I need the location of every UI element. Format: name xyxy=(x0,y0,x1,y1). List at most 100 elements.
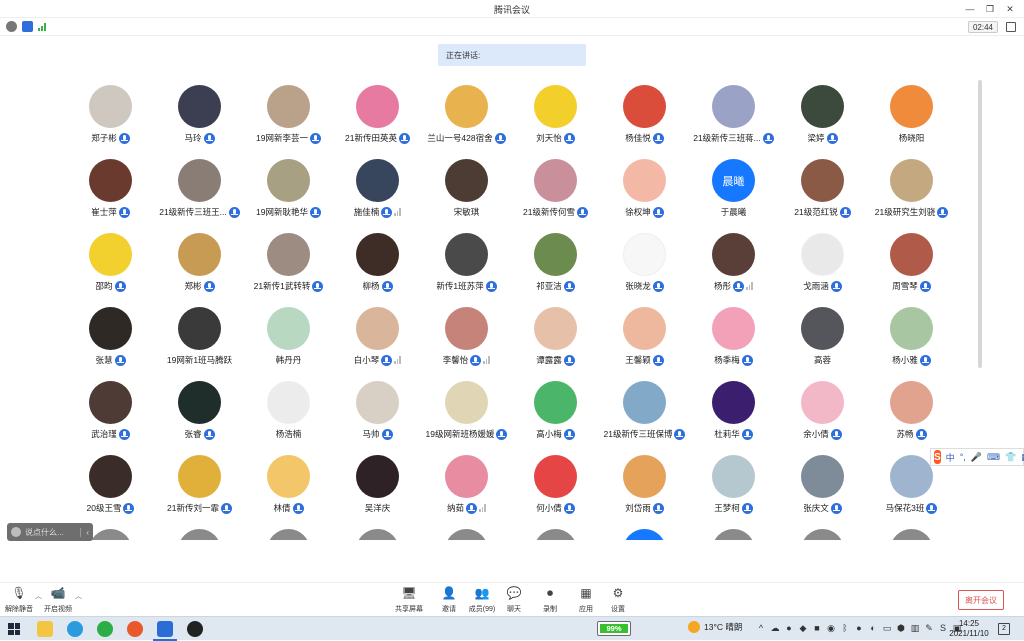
weather-widget[interactable]: 13°C 晴朗 xyxy=(688,621,742,633)
participant-tile[interactable]: 刘天怡 xyxy=(511,80,600,154)
tray-app-icon[interactable]: ◉ xyxy=(826,622,836,634)
participant-tile[interactable]: 杨小雅 xyxy=(867,302,956,376)
participant-tile[interactable]: 杨浩楠 xyxy=(244,376,333,450)
participant-tile[interactable]: 王馨颖 xyxy=(600,302,689,376)
leave-meeting-button[interactable]: 离开会议 xyxy=(958,590,1004,610)
tray-chevron-icon[interactable]: ^ xyxy=(756,622,766,634)
participant-tile[interactable]: 何小倩 xyxy=(511,450,600,524)
participant-tile[interactable]: 武治瑾 xyxy=(66,376,155,450)
invite-button[interactable]: 👤 邀请 xyxy=(431,587,467,614)
voice-input-icon[interactable]: 🎤 xyxy=(971,452,982,463)
participant-tile[interactable]: 白小琴 xyxy=(333,302,422,376)
participant-tile[interactable]: 施佳楠 xyxy=(333,154,422,228)
emoji-icon[interactable] xyxy=(11,527,21,537)
apps-button[interactable]: ▦ 应用 xyxy=(568,587,604,614)
windows-start-icon[interactable] xyxy=(8,623,20,635)
pen-icon[interactable]: ✎ xyxy=(924,622,934,634)
participant-tile[interactable]: 戈雨涵 xyxy=(778,228,867,302)
participant-tile[interactable]: 李馨怡 xyxy=(422,302,511,376)
participant-tile[interactable]: 林倩 xyxy=(244,450,333,524)
participant-tile[interactable]: 崔士萍 xyxy=(66,154,155,228)
punctuation-icon[interactable]: °, xyxy=(960,452,966,462)
file-explorer-icon[interactable] xyxy=(37,621,53,637)
settings-button[interactable]: ⚙ 设置 xyxy=(600,587,636,614)
participant-tile[interactable]: 21级范红锐 xyxy=(778,154,867,228)
participant-tile[interactable]: 高蓉 xyxy=(778,302,867,376)
participant-tile[interactable]: 韩丹丹 xyxy=(244,302,333,376)
participant-tile[interactable]: 高小梅 xyxy=(511,376,600,450)
participant-tile[interactable]: 郑彬 xyxy=(155,228,244,302)
notification-center-icon[interactable]: 2 xyxy=(998,623,1010,635)
ime-toolbar[interactable]: S 中 °, 🎤 ⌨ 👕 ▦ xyxy=(930,448,1024,466)
participant-tile[interactable]: 马帅 xyxy=(333,376,422,450)
record-button[interactable]: ⏺ 录制 xyxy=(532,587,568,614)
participant-tile[interactable]: 张睿 xyxy=(155,376,244,450)
participant-tile[interactable]: 19级网新班杨媛媛 xyxy=(422,376,511,450)
participant-tile[interactable]: 21级研究生刘骁 xyxy=(867,154,956,228)
participant-tile[interactable]: 邵昀 xyxy=(66,228,155,302)
participant-tile[interactable]: 杜莉华 xyxy=(689,376,778,450)
participant-tile[interactable]: 21级新传三班蒋... xyxy=(689,80,778,154)
participant-tile[interactable]: 20级王雪 xyxy=(66,450,155,524)
video-options-chevron-icon[interactable]: ︿ xyxy=(75,591,82,601)
participant-tile[interactable]: 21新传刘一霏 xyxy=(155,450,244,524)
participant-tile[interactable]: 纳茹 xyxy=(422,450,511,524)
battery-indicator[interactable]: 99% xyxy=(597,621,631,636)
browser-icon[interactable] xyxy=(127,621,143,637)
participant-tile[interactable]: 19网新李芸一 xyxy=(244,80,333,154)
bluetooth-icon[interactable]: ᛒ xyxy=(840,622,850,634)
cloud-icon[interactable]: ☁ xyxy=(770,622,780,634)
tray-app-icon[interactable]: ■ xyxy=(812,622,822,634)
shield-icon[interactable] xyxy=(22,21,33,32)
tray-app-icon[interactable]: ⬢ xyxy=(896,622,906,634)
app-icon[interactable] xyxy=(187,621,203,637)
chat-input[interactable]: 说点什么... ‹ xyxy=(7,523,93,541)
participant-tile[interactable]: 梁婷 xyxy=(778,80,867,154)
participant-tile[interactable]: 21级新传三班保博 xyxy=(600,376,689,450)
tray-app-icon[interactable]: ● xyxy=(784,622,794,634)
participant-tile[interactable]: 刘岱雨 xyxy=(600,450,689,524)
participant-tile[interactable]: 苏畅 xyxy=(867,376,956,450)
participant-tile[interactable]: 21级新传何雪 xyxy=(511,154,600,228)
participant-tile[interactable]: 晨曦 于晨曦 xyxy=(689,154,778,228)
participant-tile[interactable]: 谭露露 xyxy=(511,302,600,376)
participant-tile[interactable]: 杨季梅 xyxy=(689,302,778,376)
skin-icon[interactable]: 👕 xyxy=(1005,452,1016,463)
participant-tile[interactable]: 张晓龙 xyxy=(600,228,689,302)
participant-tile[interactable]: 柳杨 xyxy=(333,228,422,302)
participant-tile[interactable]: 张慧 xyxy=(66,302,155,376)
participant-tile[interactable]: 19网新1班马腾跃 xyxy=(155,302,244,376)
tencent-meeting-icon[interactable] xyxy=(157,621,173,637)
unmute-button[interactable]: 🎙 解除静音 xyxy=(1,587,37,614)
keyboard-icon[interactable]: ⌨ xyxy=(987,452,1000,463)
participant-tile[interactable]: 21级新传三班王... xyxy=(155,154,244,228)
ime-language[interactable]: 中 xyxy=(946,451,955,464)
share-screen-button[interactable]: 🖥 共享屏幕 xyxy=(391,587,427,614)
tray-app-icon[interactable]: ● xyxy=(854,622,864,634)
participant-tile[interactable]: 19网新耿艳华 xyxy=(244,154,333,228)
participant-tile[interactable]: 郑子彬 xyxy=(66,80,155,154)
close-icon[interactable]: ✕ xyxy=(1000,0,1020,18)
participant-tile[interactable]: 徐权坤 xyxy=(600,154,689,228)
collapse-chevron-icon[interactable]: ‹ xyxy=(80,527,89,537)
participant-tile[interactable]: 杨彤 xyxy=(689,228,778,302)
participant-tile[interactable]: 马玲 xyxy=(155,80,244,154)
participant-tile[interactable]: 宋敏琪 xyxy=(422,154,511,228)
start-video-button[interactable]: 📹 开启视频 xyxy=(40,587,76,614)
members-button[interactable]: 👥 成员(99) xyxy=(464,587,500,614)
system-clock[interactable]: 14:25 2021/11/10 xyxy=(944,619,994,639)
participant-tile[interactable]: 王梦柯 xyxy=(689,450,778,524)
tray-app-icon[interactable]: ◆ xyxy=(798,622,808,634)
tray-app-icon[interactable]: ◐ xyxy=(868,622,878,634)
participant-tile[interactable]: 周雪琴 xyxy=(867,228,956,302)
edge-browser-icon[interactable] xyxy=(67,621,83,637)
participant-tile[interactable]: 兰山一号428宿舍 xyxy=(422,80,511,154)
participant-tile[interactable]: 21新传1武转转 xyxy=(244,228,333,302)
grid-scrollbar[interactable] xyxy=(978,80,982,368)
minimize-icon[interactable]: — xyxy=(960,0,980,18)
fullscreen-icon[interactable] xyxy=(1006,22,1016,32)
participant-tile[interactable]: 吴洋庆 xyxy=(333,450,422,524)
tray-app-icon[interactable]: ▥ xyxy=(910,622,920,634)
signal-icon[interactable] xyxy=(38,23,48,31)
wechat-icon[interactable] xyxy=(97,621,113,637)
